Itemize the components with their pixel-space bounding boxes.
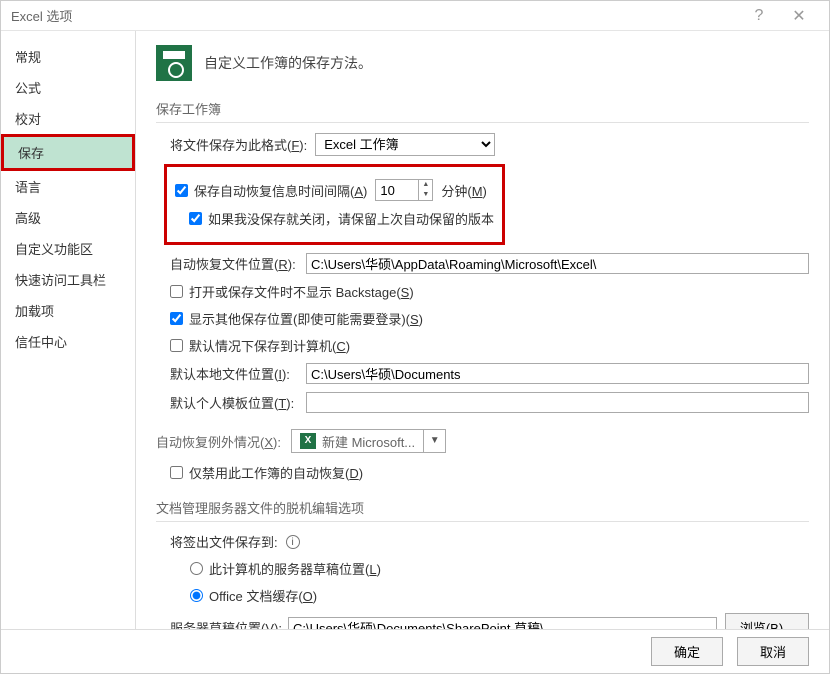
autorec-highlight: 保存自动恢复信息时间间隔(A) ▲▼ 分钟(M) 如果我没保存就关闭，请保留上次…	[164, 164, 505, 245]
radio-server-drafts[interactable]: 此计算机的服务器草稿位置(L)	[190, 559, 381, 578]
content-pane: 自定义工作簿的保存方法。 保存工作簿 将文件保存为此格式(F): Excel 工…	[136, 31, 829, 629]
draft-path-input[interactable]	[288, 617, 717, 629]
cb-autorecover-interval[interactable]: 保存自动恢复信息时间间隔(A)	[175, 181, 367, 200]
nav-formulas[interactable]: 公式	[1, 72, 135, 103]
radio-server-drafts-input[interactable]	[190, 562, 203, 575]
nav-highlight: 保存	[1, 134, 135, 171]
cb-save-to-computer[interactable]: 默认情况下保存到计算机(C)	[170, 336, 350, 355]
section-autorec-exceptions: 自动恢复例外情况(X):	[156, 432, 281, 451]
nav-general[interactable]: 常规	[1, 41, 135, 72]
local-path-input[interactable]	[306, 363, 809, 384]
titlebar: Excel 选项 ? ✕	[1, 1, 829, 31]
browse-button[interactable]: 浏览(B)...	[725, 613, 809, 629]
autorec-path-input[interactable]	[306, 253, 809, 274]
nav-advanced[interactable]: 高级	[1, 202, 135, 233]
cb-no-backstage[interactable]: 打开或保存文件时不显示 Backstage(S)	[170, 282, 414, 301]
save-format-select[interactable]: Excel 工作簿	[315, 133, 495, 156]
window-title: Excel 选项	[11, 6, 72, 25]
interval-spinner[interactable]: ▲▼	[375, 179, 433, 201]
close-button[interactable]: ✕	[779, 6, 819, 26]
cb-save-to-computer-input[interactable]	[170, 339, 183, 352]
radio-office-cache-input[interactable]	[190, 589, 203, 602]
chevron-down-icon: ▼	[423, 430, 445, 452]
excel-mini-icon: X	[300, 433, 316, 449]
interval-value[interactable]	[376, 180, 418, 200]
cb-keep-last-version-input[interactable]	[189, 212, 202, 225]
help-button[interactable]: ?	[739, 7, 779, 25]
save-format-label: 将文件保存为此格式(F):	[170, 135, 307, 154]
cancel-button[interactable]: 取消	[737, 637, 809, 666]
nav-proofing[interactable]: 校对	[1, 103, 135, 134]
nav-trust-center[interactable]: 信任中心	[1, 326, 135, 357]
workbook-dropdown[interactable]: X新建 Microsoft... ▼	[291, 429, 446, 453]
section-offline-editing: 文档管理服务器文件的脱机编辑选项	[156, 498, 809, 522]
autorec-path-label: 自动恢复文件位置(R):	[170, 254, 298, 273]
info-icon[interactable]: i	[286, 535, 300, 549]
nav-language[interactable]: 语言	[1, 171, 135, 202]
draft-path-label: 服务器草稿位置(V):	[170, 618, 280, 629]
excel-options-dialog: Excel 选项 ? ✕ 常规 公式 校对 保存 语言 高级 自定义功能区 快速…	[0, 0, 830, 674]
cb-show-other-locations-input[interactable]	[170, 312, 183, 325]
nav-qat[interactable]: 快速访问工具栏	[1, 264, 135, 295]
spinner-down[interactable]: ▼	[419, 190, 432, 200]
nav-save[interactable]: 保存	[4, 137, 132, 168]
save-icon	[156, 45, 192, 81]
cb-autorecover-interval-input[interactable]	[175, 184, 188, 197]
radio-office-cache[interactable]: Office 文档缓存(O)	[190, 586, 317, 605]
cb-disable-autorecover[interactable]: 仅禁用此工作簿的自动恢复(D)	[170, 463, 363, 482]
section-save-workbooks: 保存工作簿	[156, 99, 809, 123]
page-heading: 自定义工作簿的保存方法。	[204, 53, 372, 73]
cb-show-other-locations[interactable]: 显示其他保存位置(即使可能需要登录)(S)	[170, 309, 423, 328]
dialog-footer: 确定 取消	[1, 629, 829, 673]
checkout-label: 将签出文件保存到:	[170, 532, 278, 551]
spinner-up[interactable]: ▲	[419, 180, 432, 190]
cb-keep-last-version[interactable]: 如果我没保存就关闭，请保留上次自动保留的版本	[189, 209, 494, 228]
nav-customize-ribbon[interactable]: 自定义功能区	[1, 233, 135, 264]
interval-unit: 分钟(M)	[441, 181, 487, 200]
ok-button[interactable]: 确定	[651, 637, 723, 666]
nav-addins[interactable]: 加载项	[1, 295, 135, 326]
template-path-label: 默认个人模板位置(T):	[170, 393, 298, 412]
local-path-label: 默认本地文件位置(I):	[170, 364, 298, 383]
cb-disable-autorecover-input[interactable]	[170, 466, 183, 479]
category-nav: 常规 公式 校对 保存 语言 高级 自定义功能区 快速访问工具栏 加载项 信任中…	[1, 31, 136, 629]
cb-no-backstage-input[interactable]	[170, 285, 183, 298]
template-path-input[interactable]	[306, 392, 809, 413]
